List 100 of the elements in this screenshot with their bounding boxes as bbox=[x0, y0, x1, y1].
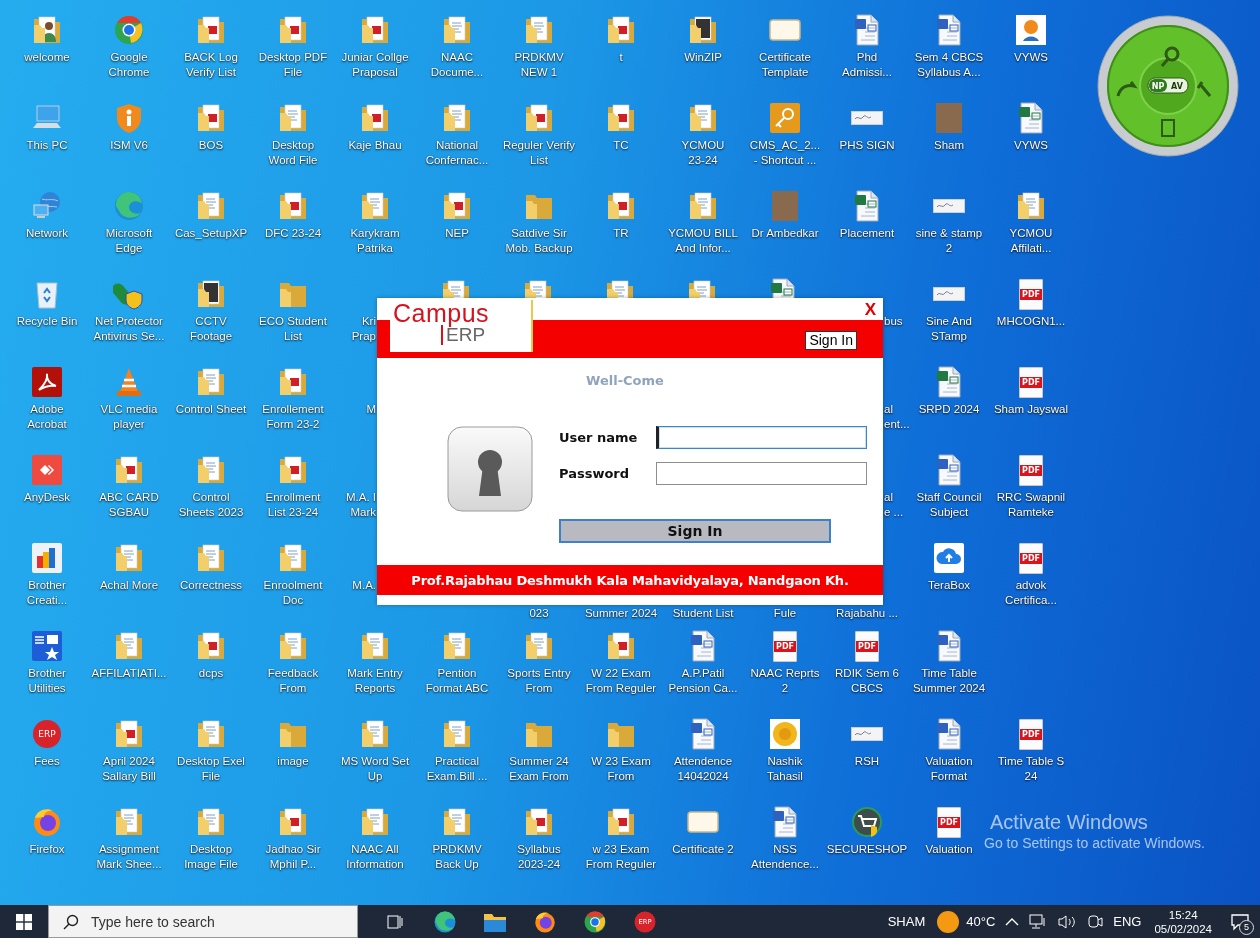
folder-icon[interactable] bbox=[442, 190, 472, 222]
icon-label[interactable]: Correctness bbox=[180, 578, 242, 593]
folder-icon[interactable] bbox=[278, 366, 308, 398]
sun-icon[interactable] bbox=[936, 909, 961, 934]
document-icon[interactable] bbox=[935, 454, 963, 486]
icon-label[interactable]: TeraBox bbox=[927, 578, 971, 593]
icon-label[interactable]: Cas_SetupXP bbox=[174, 226, 248, 241]
icon-label[interactable]: Juniar Collge Praposal bbox=[341, 50, 409, 80]
icon-label[interactable]: Enroolment Doc bbox=[263, 578, 323, 608]
text-field[interactable] bbox=[656, 426, 867, 449]
printer-app-icon[interactable] bbox=[31, 630, 63, 662]
icon-label[interactable]: Brother Creati... bbox=[26, 578, 68, 608]
icon-label[interactable]: Desktop Exel File bbox=[177, 754, 245, 784]
document-icon[interactable] bbox=[935, 14, 963, 46]
icon-label[interactable]: Kaje Bhau bbox=[348, 138, 402, 153]
icon-label[interactable]: Google Chrome bbox=[108, 50, 150, 80]
antivirus-widget[interactable]: NP AV bbox=[1096, 14, 1240, 158]
icon-label[interactable]: Certificate Template bbox=[759, 50, 811, 80]
folder-icon[interactable] bbox=[114, 454, 144, 486]
icon-label[interactable]: AnyDesk bbox=[24, 490, 70, 505]
icon-label[interactable]: Network bbox=[25, 226, 69, 241]
user-folder-icon[interactable] bbox=[32, 14, 62, 46]
folder-icon[interactable] bbox=[606, 102, 636, 134]
icon-label[interactable]: ABC CARD SGBAU bbox=[99, 490, 159, 520]
folder-icon[interactable] bbox=[606, 14, 636, 46]
image-thumbnail-icon[interactable] bbox=[851, 727, 883, 741]
icon-label[interactable]: Recycle Bin bbox=[16, 314, 78, 329]
pdf-file-icon[interactable]: PDF bbox=[1019, 366, 1043, 398]
pdf-file-icon[interactable]: PDF bbox=[855, 630, 879, 662]
app-icon[interactable] bbox=[31, 542, 63, 574]
clock[interactable]: 15:24 05/02/2024 bbox=[1146, 907, 1220, 936]
icon-label[interactable]: Kri Prap bbox=[334, 314, 376, 344]
icon-label[interactable]: ISM V6 bbox=[110, 138, 148, 153]
icon-label[interactable]: Assignment Mark Shee... bbox=[96, 842, 162, 872]
icon-label[interactable]: welcome bbox=[24, 50, 70, 65]
document-icon[interactable] bbox=[689, 718, 717, 750]
icon-label[interactable]: VYWS bbox=[1014, 50, 1048, 65]
icon-label[interactable]: Firefox bbox=[29, 842, 65, 857]
image-thumbnail-icon[interactable] bbox=[851, 111, 883, 125]
key-icon[interactable] bbox=[769, 102, 801, 134]
folder-icon[interactable] bbox=[360, 102, 390, 134]
browser-icon[interactable] bbox=[113, 14, 145, 46]
icon-label[interactable]: Sham Jayswal bbox=[993, 402, 1069, 417]
icon-label[interactable]: Satdive Sir Mob. Backup bbox=[505, 226, 573, 256]
icon-label[interactable]: t bbox=[619, 50, 623, 65]
pdf-file-icon[interactable]: PDF bbox=[1019, 278, 1043, 310]
icon-label[interactable]: RRC Swapnil Ramteke bbox=[996, 490, 1066, 520]
app-logo-icon[interactable]: ERP bbox=[31, 718, 63, 750]
search-field[interactable]: Type here to search bbox=[91, 913, 357, 930]
icon-label[interactable]: al ent... bbox=[884, 402, 908, 432]
remote-desktop-icon[interactable] bbox=[31, 454, 63, 486]
icon-label[interactable]: VYWS bbox=[1014, 138, 1048, 153]
image-thumbnail-icon[interactable] bbox=[933, 199, 965, 213]
icon-label[interactable]: Sem 4 CBCS Syllabus A... bbox=[914, 50, 984, 80]
icon-label[interactable]: Phd Admissi... bbox=[842, 50, 892, 80]
spreadsheet-icon[interactable] bbox=[853, 190, 881, 222]
icon-label[interactable]: sine & stamp 2 bbox=[915, 226, 983, 256]
traffic-cone-icon[interactable] bbox=[114, 366, 144, 398]
icon-label[interactable]: Syllabus 2023-24 bbox=[517, 842, 561, 872]
icon-label[interactable]: Practical Exam.Bill ... bbox=[426, 754, 488, 784]
icon-label[interactable]: Brother Utilities bbox=[28, 666, 66, 696]
icon-label[interactable]: Feedback From bbox=[267, 666, 319, 696]
search-bar[interactable]: Type here to search bbox=[48, 905, 358, 938]
icon-label[interactable]: WinZIP bbox=[684, 50, 722, 65]
icon-label[interactable]: SRPD 2024 bbox=[918, 402, 980, 417]
cloud-upload-icon[interactable] bbox=[933, 542, 965, 574]
icon-label[interactable]: April 2024 Sallary Bill bbox=[102, 754, 156, 784]
icon-label[interactable]: Valuation Format bbox=[925, 754, 973, 784]
document-icon[interactable] bbox=[771, 806, 799, 838]
document-icon[interactable] bbox=[935, 718, 963, 750]
document-icon[interactable] bbox=[935, 630, 963, 662]
close-button[interactable]: X bbox=[864, 301, 876, 318]
icon-label[interactable]: TC bbox=[613, 138, 629, 153]
image-thumbnail-icon[interactable] bbox=[933, 287, 965, 301]
icon-label[interactable]: CCTV Footage bbox=[189, 314, 233, 344]
sign-in-button[interactable]: Sign In bbox=[559, 519, 831, 543]
folder-icon[interactable] bbox=[688, 14, 718, 46]
icon-label[interactable]: Summer 24 Exam From bbox=[509, 754, 569, 784]
pdf-app-icon[interactable] bbox=[31, 366, 63, 398]
icon-label[interactable]: Nashik Tahasil bbox=[767, 754, 803, 784]
icon-label[interactable]: NEP bbox=[445, 226, 469, 241]
icon-label[interactable]: Student List bbox=[672, 606, 734, 621]
icon-label[interactable]: Microsoft Edge bbox=[105, 226, 153, 256]
icon-label[interactable]: Sports Entry From bbox=[507, 666, 571, 696]
icon-label[interactable]: al e ... bbox=[884, 490, 908, 520]
icon-label[interactable]: PHS SIGN bbox=[839, 138, 895, 153]
folder-icon[interactable] bbox=[278, 190, 308, 222]
cart-shield-icon[interactable] bbox=[851, 806, 883, 838]
icon-label[interactable]: Desktop PDF File bbox=[258, 50, 328, 80]
pdf-file-icon[interactable]: PDF bbox=[1019, 718, 1043, 750]
folder-icon[interactable] bbox=[114, 718, 144, 750]
language-button[interactable]: ENG bbox=[1108, 905, 1147, 938]
icon-label[interactable]: PRDKMV NEW 1 bbox=[514, 50, 564, 80]
icon-label[interactable]: Enrollment List 23-24 bbox=[265, 490, 321, 520]
icon-label[interactable]: NAAC Docume... bbox=[430, 50, 484, 80]
icon-label[interactable]: ECO Student List bbox=[259, 314, 327, 344]
folder-icon[interactable] bbox=[278, 454, 308, 486]
icon-label[interactable]: YCMOU 23-24 bbox=[681, 138, 725, 168]
chat-bubble-icon[interactable] bbox=[1230, 912, 1250, 931]
icon-label[interactable]: Desktop Image File bbox=[184, 842, 238, 872]
